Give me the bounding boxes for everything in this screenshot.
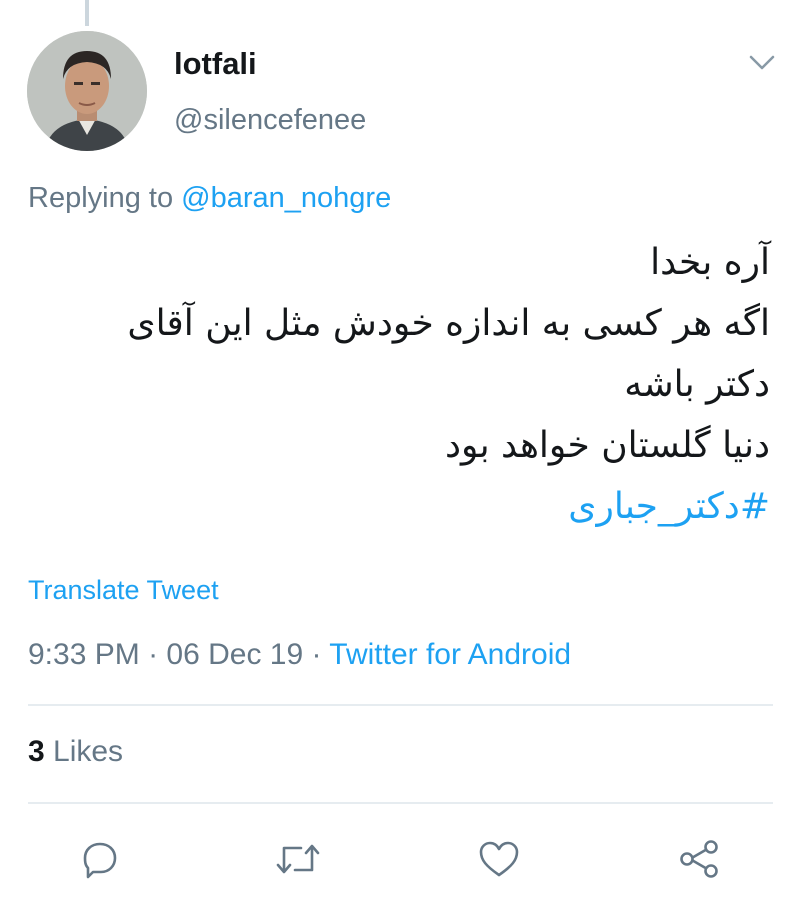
avatar[interactable] <box>27 31 147 151</box>
translate-tweet-link[interactable]: Translate Tweet <box>28 575 219 606</box>
share-icon <box>680 840 718 878</box>
tweet-text-line: آره بخدا <box>650 242 770 283</box>
retweet-button[interactable] <box>271 832 325 886</box>
tweet-text-line: اگه هر کسی به اندازه خودش مثل این آقای <box>127 303 770 344</box>
reply-icon <box>83 842 117 879</box>
meta-separator: · <box>303 638 330 671</box>
reply-button[interactable] <box>73 832 127 886</box>
tweet-text-line: دنیا گلستان خواهد بود <box>444 425 770 466</box>
reply-mention-link[interactable]: @baran_nohgre <box>181 182 391 214</box>
meta-separator: · <box>139 638 167 671</box>
likes-label: Likes <box>44 735 124 768</box>
hashtag-link[interactable]: #دکتر_جباری <box>30 476 770 537</box>
tweet-meta: 9:33 PM · 06 Dec 19 · Twitter for Androi… <box>28 638 571 672</box>
display-name[interactable]: lotfali <box>174 46 257 82</box>
tweet-text-line: دکتر باشه <box>624 364 770 405</box>
divider <box>28 802 773 804</box>
replying-prefix: Replying to <box>28 182 174 214</box>
tweet-time: 9:33 PM <box>28 638 140 671</box>
retweet-icon <box>276 844 320 874</box>
tweet-text: آره بخدا اگه هر کسی به اندازه خودش مثل ا… <box>30 232 770 537</box>
like-button[interactable] <box>472 832 526 886</box>
chevron-down-icon[interactable] <box>747 52 777 74</box>
heart-icon <box>479 841 519 877</box>
likes-stat[interactable]: 3 Likes <box>28 735 123 769</box>
avatar-portrait <box>27 31 147 151</box>
tweet-source-link[interactable]: Twitter for Android <box>329 638 571 671</box>
replying-to: Replying to @baran_nohgre <box>28 182 391 215</box>
tweet-date: 06 Dec 19 <box>166 638 304 671</box>
divider <box>28 704 773 706</box>
user-handle[interactable]: @silencefenee <box>174 104 366 137</box>
share-button[interactable] <box>672 832 726 886</box>
likes-count: 3 <box>28 735 45 768</box>
thread-connector-line <box>85 0 89 26</box>
